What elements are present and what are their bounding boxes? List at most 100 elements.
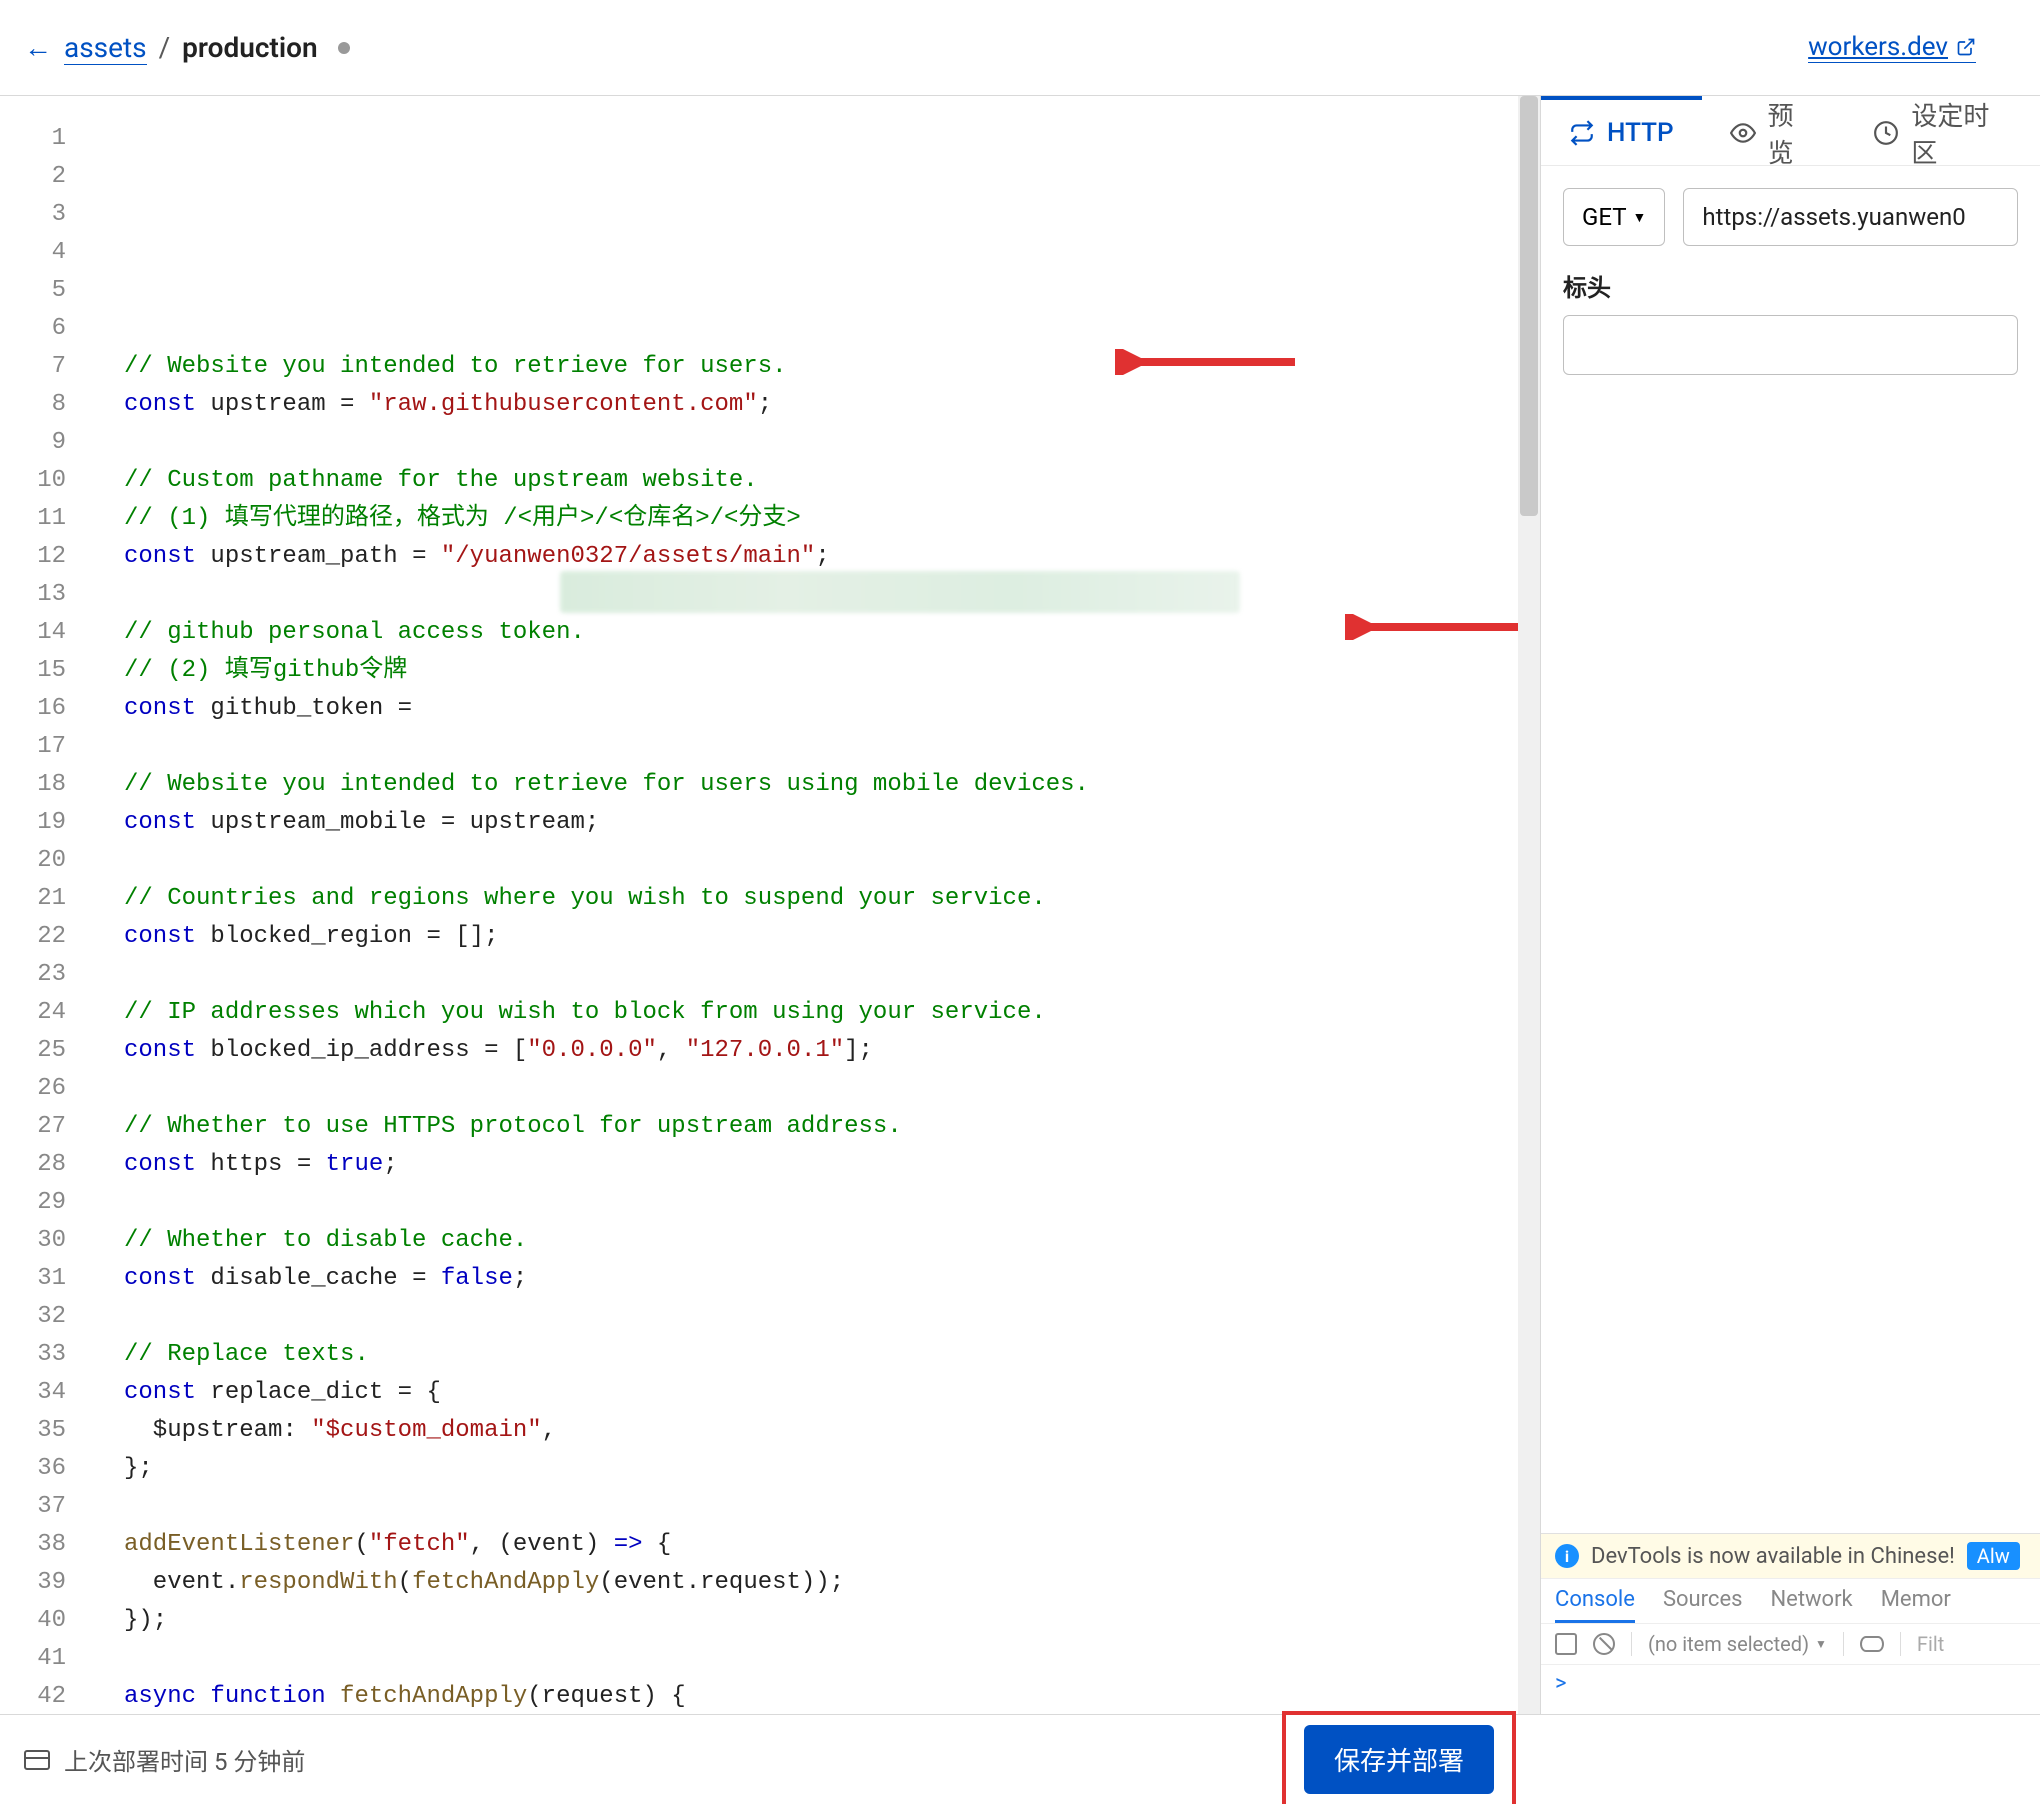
line-number: 22 bbox=[0, 918, 100, 956]
code-line[interactable]: const blocked_region = []; bbox=[124, 918, 1540, 956]
right-panel: HTTP 预览 设定时区 GET ▼ https://assets.y bbox=[1540, 96, 2040, 1714]
code-line[interactable]: // Whether to use HTTPS protocol for ups… bbox=[124, 1108, 1540, 1146]
headers-input[interactable] bbox=[1563, 315, 2018, 375]
code-line[interactable]: }); bbox=[124, 1602, 1540, 1640]
devtools-tab-network[interactable]: Network bbox=[1770, 1587, 1852, 1623]
code-line[interactable]: const replace_dict = { bbox=[124, 1374, 1540, 1412]
code-line[interactable]: // Website you intended to retrieve for … bbox=[124, 766, 1540, 804]
right-panel-tabs: HTTP 预览 设定时区 bbox=[1541, 96, 2040, 166]
devtools-tab-sources[interactable]: Sources bbox=[1663, 1587, 1743, 1623]
code-line[interactable]: const github_token = bbox=[124, 690, 1540, 728]
devtools-clear-icon[interactable] bbox=[1593, 1633, 1615, 1655]
code-line[interactable] bbox=[124, 1184, 1540, 1222]
code-line[interactable]: const upstream_mobile = upstream; bbox=[124, 804, 1540, 842]
code-token: }; bbox=[124, 1455, 153, 1482]
code-editor[interactable]: 1234567891011121314151617181920212223242… bbox=[0, 96, 1540, 1714]
code-token bbox=[326, 1683, 340, 1710]
code-token: respondWith bbox=[239, 1569, 397, 1596]
code-token: ) bbox=[585, 1531, 614, 1558]
code-line[interactable]: const upstream = "raw.githubusercontent.… bbox=[124, 386, 1540, 424]
devtools-banner-action[interactable]: Alw bbox=[1967, 1542, 2020, 1570]
code-line[interactable]: // Whether to disable cache. bbox=[124, 1222, 1540, 1260]
toolbar-separator bbox=[1900, 1632, 1901, 1656]
code-token: "127.0.0.1" bbox=[686, 1037, 844, 1064]
code-line[interactable]: const upstream_path = "/yuanwen0327/asse… bbox=[124, 538, 1540, 576]
toolbar-separator bbox=[1843, 1632, 1844, 1656]
tab-http[interactable]: HTTP bbox=[1541, 96, 1702, 165]
code-token: fetchAndApply bbox=[340, 1683, 527, 1710]
http-swap-icon bbox=[1569, 120, 1595, 146]
line-number: 9 bbox=[0, 424, 100, 462]
code-token: "fetch" bbox=[369, 1531, 470, 1558]
info-icon: i bbox=[1555, 1544, 1579, 1568]
save-and-deploy-button[interactable]: 保存并部署 bbox=[1304, 1725, 1494, 1794]
workers-dev-label: workers.dev bbox=[1808, 32, 1948, 62]
line-number: 37 bbox=[0, 1488, 100, 1526]
devtools-filter-input[interactable]: Filt bbox=[1917, 1632, 1944, 1656]
code-token: const bbox=[124, 543, 196, 570]
back-arrow-icon[interactable]: ← bbox=[24, 31, 52, 64]
code-line[interactable]: // Replace texts. bbox=[124, 1336, 1540, 1374]
line-number: 34 bbox=[0, 1374, 100, 1412]
code-content[interactable]: // Website you intended to retrieve for … bbox=[100, 96, 1540, 1714]
line-number: 20 bbox=[0, 842, 100, 880]
devtools-tab-console[interactable]: Console bbox=[1555, 1587, 1635, 1623]
http-url-value: https://assets.yuanwen0 bbox=[1702, 203, 1965, 231]
code-line[interactable] bbox=[124, 1298, 1540, 1336]
code-line[interactable]: // (2) 填写github令牌 bbox=[124, 652, 1540, 690]
code-line[interactable]: // IP addresses which you wish to block … bbox=[124, 994, 1540, 1032]
code-line[interactable]: // github personal access token. bbox=[124, 614, 1540, 652]
code-line[interactable]: async function fetchAndApply(request) { bbox=[124, 1678, 1540, 1714]
code-line[interactable]: // Custom pathname for the upstream webs… bbox=[124, 462, 1540, 500]
code-line[interactable]: $upstream: "$custom_domain", bbox=[124, 1412, 1540, 1450]
devtools-console-prompt[interactable]: > bbox=[1541, 1665, 2040, 1714]
tab-settings[interactable]: 设定时区 bbox=[1845, 96, 2040, 165]
code-line[interactable] bbox=[124, 956, 1540, 994]
code-token: const bbox=[124, 391, 196, 418]
code-token: upstream bbox=[196, 391, 340, 418]
code-line[interactable]: addEventListener("fetch", (event) => { bbox=[124, 1526, 1540, 1564]
tab-http-label: HTTP bbox=[1607, 118, 1674, 148]
devtools-tab-memory[interactable]: Memor bbox=[1881, 1587, 1951, 1623]
code-line[interactable] bbox=[124, 1070, 1540, 1108]
line-number: 3 bbox=[0, 196, 100, 234]
code-line[interactable]: // (1) 填写代理的路径，格式为 /<用户>/<仓库名>/<分支> bbox=[124, 500, 1540, 538]
breadcrumb-parent-link[interactable]: assets bbox=[64, 31, 147, 65]
code-line[interactable]: // Website you intended to retrieve for … bbox=[124, 348, 1540, 386]
line-number: 36 bbox=[0, 1450, 100, 1488]
devtools-context-select[interactable]: (no item selected) ▼ bbox=[1648, 1632, 1827, 1656]
line-number: 24 bbox=[0, 994, 100, 1032]
code-line[interactable]: const disable_cache = false; bbox=[124, 1260, 1540, 1298]
workers-dev-link[interactable]: workers.dev bbox=[1808, 32, 1976, 63]
code-line[interactable]: event.respondWith(fetchAndApply(event.re… bbox=[124, 1564, 1540, 1602]
http-url-input[interactable]: https://assets.yuanwen0 bbox=[1683, 188, 2018, 246]
devtools-live-icon[interactable] bbox=[1860, 1636, 1884, 1652]
devtools-context-value: (no item selected) bbox=[1648, 1632, 1809, 1656]
code-line[interactable]: }; bbox=[124, 1450, 1540, 1488]
line-number: 21 bbox=[0, 880, 100, 918]
code-line[interactable]: // Countries and regions where you wish … bbox=[124, 880, 1540, 918]
code-token: = bbox=[412, 1265, 441, 1292]
code-line[interactable]: const https = true; bbox=[124, 1146, 1540, 1184]
code-token: addEventListener bbox=[124, 1531, 354, 1558]
code-line[interactable] bbox=[124, 1640, 1540, 1678]
code-token: const bbox=[124, 695, 196, 722]
devtools-run-icon[interactable] bbox=[1555, 1633, 1577, 1655]
code-line[interactable]: const blocked_ip_address = ["0.0.0.0", "… bbox=[124, 1032, 1540, 1070]
code-token: $upstream bbox=[124, 1417, 282, 1444]
code-line[interactable] bbox=[124, 728, 1540, 766]
code-line[interactable] bbox=[124, 576, 1540, 614]
line-number: 11 bbox=[0, 500, 100, 538]
code-token: upstream_mobile bbox=[196, 809, 441, 836]
scrollbar-thumb[interactable] bbox=[1520, 96, 1538, 516]
breadcrumb: ← assets / production bbox=[24, 31, 350, 65]
editor-scrollbar[interactable] bbox=[1518, 96, 1540, 1714]
tab-preview[interactable]: 预览 bbox=[1702, 96, 1846, 165]
code-line[interactable] bbox=[124, 842, 1540, 880]
code-token: => bbox=[614, 1531, 643, 1558]
http-method-select[interactable]: GET ▼ bbox=[1563, 188, 1665, 246]
line-number: 1 bbox=[0, 120, 100, 158]
code-line[interactable] bbox=[124, 424, 1540, 462]
code-token: ; bbox=[758, 391, 772, 418]
code-line[interactable] bbox=[124, 1488, 1540, 1526]
